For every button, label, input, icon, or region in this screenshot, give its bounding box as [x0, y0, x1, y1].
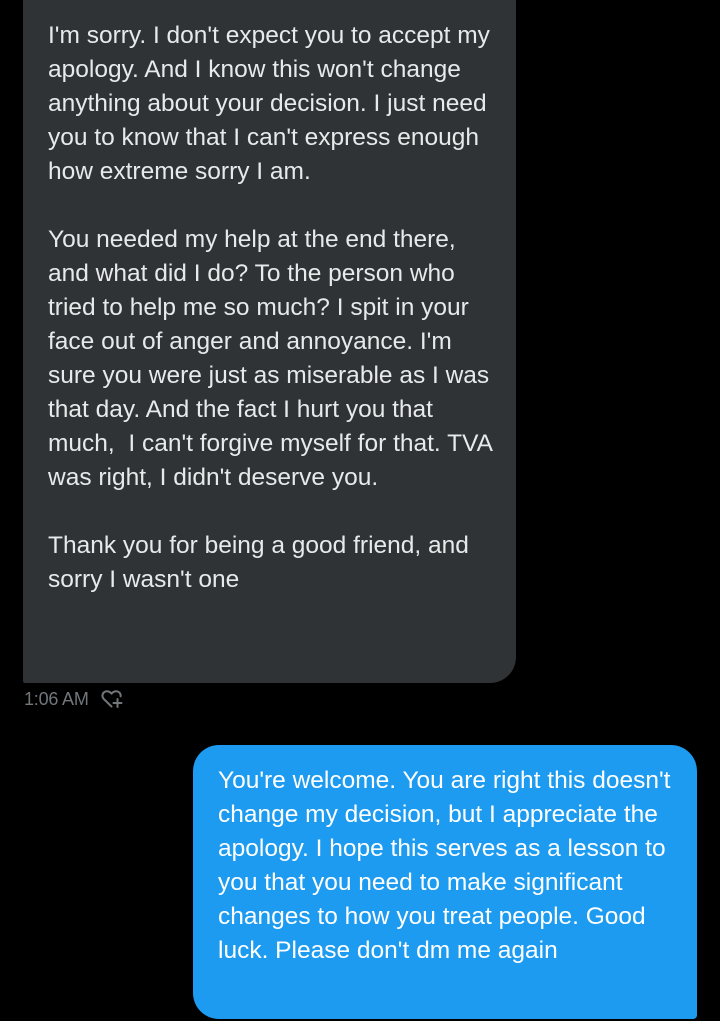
- received-message-bubble[interactable]: I'm sorry. I don't expect you to accept …: [23, 0, 516, 683]
- sent-message-text: You're welcome. You are right this doesn…: [218, 767, 678, 964]
- received-message-paragraph-1: I'm sorry. I don't expect you to accept …: [48, 22, 497, 185]
- received-message-paragraph-2: You needed my help at the end there, and…: [48, 226, 499, 491]
- heart-plus-icon[interactable]: [99, 686, 125, 712]
- message-timestamp: 1:06 AM: [24, 689, 89, 709]
- received-message-paragraph-3: Thank you for being a good friend, and s…: [48, 532, 476, 593]
- sent-message-bubble[interactable]: You're welcome. You are right this doesn…: [193, 745, 697, 1019]
- message-meta-row: 1:06 AM: [24, 686, 125, 712]
